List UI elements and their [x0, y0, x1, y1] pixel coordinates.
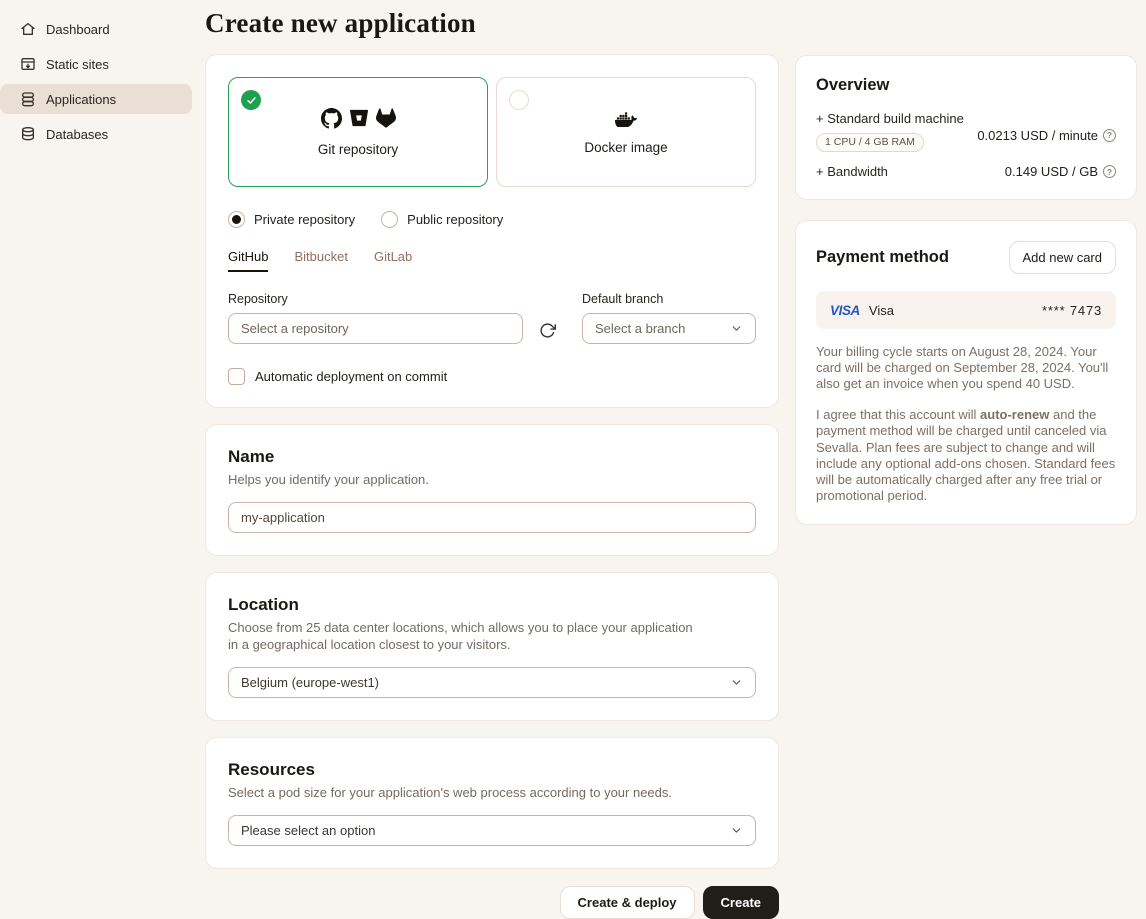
chevron-down-icon [730, 676, 743, 689]
tab-gitlab[interactable]: GitLab [374, 249, 412, 272]
branch-select-value: Select a branch [595, 321, 685, 336]
refresh-icon [539, 322, 556, 339]
auto-deploy-label: Automatic deployment on commit [255, 369, 447, 384]
location-section-description: Choose from 25 data center locations, wh… [228, 620, 698, 653]
sidebar-item-dashboard[interactable]: Dashboard [0, 14, 192, 44]
main-content: Create new application Git repository [205, 0, 779, 919]
bandwidth-label: + Bandwidth [816, 164, 888, 179]
resources-select[interactable]: Please select an option [228, 815, 756, 846]
private-repository-radio[interactable]: Private repository [228, 211, 355, 228]
repository-label: Repository [228, 292, 523, 306]
resources-section-title: Resources [228, 760, 756, 780]
create-button[interactable]: Create [703, 886, 779, 919]
branch-label: Default branch [582, 292, 756, 306]
public-repository-radio[interactable]: Public repository [381, 211, 503, 228]
overview-row-build-machine: + Standard build machine 1 CPU / 4 GB RA… [816, 111, 1116, 152]
summary-sidebar: Overview + Standard build machine 1 CPU … [795, 55, 1137, 525]
location-select-value: Belgium (europe-west1) [241, 675, 379, 690]
auto-renew-bold: auto-renew [980, 407, 1049, 422]
payment-method-card: Payment method Add new card VISA Visa **… [795, 220, 1137, 525]
browser-icon [20, 56, 36, 72]
name-section-title: Name [228, 447, 756, 467]
check-circle-icon [241, 90, 261, 110]
visibility-radios: Private repository Public repository [228, 211, 756, 228]
sidebar-item-label: Applications [46, 92, 116, 107]
help-icon[interactable] [1103, 129, 1116, 142]
gitlab-icon [376, 108, 396, 128]
overview-card: Overview + Standard build machine 1 CPU … [795, 55, 1137, 200]
git-repository-option[interactable]: Git repository [228, 77, 488, 187]
chevron-down-icon [730, 322, 743, 335]
name-card: Name Helps you identify your application… [205, 424, 779, 556]
applications-icon [20, 91, 36, 107]
branch-select[interactable]: Select a branch [582, 313, 756, 344]
git-option-label: Git repository [318, 142, 398, 157]
docker-icon [615, 109, 637, 127]
saved-card-row[interactable]: VISA Visa **** 7473 [816, 291, 1116, 329]
sidebar-item-label: Databases [46, 127, 108, 142]
payment-method-title: Payment method [816, 248, 949, 267]
sidebar-item-applications[interactable]: Applications [0, 84, 192, 114]
sidebar-item-databases[interactable]: Databases [0, 119, 192, 149]
page-title: Create new application [205, 8, 779, 39]
card-number-masked: **** 7473 [1042, 303, 1102, 318]
source-card: Git repository Docker image Private repo… [205, 54, 779, 408]
sidebar-item-label: Dashboard [46, 22, 110, 37]
resources-section-description: Select a pod size for your application's… [228, 785, 698, 801]
docker-image-option[interactable]: Docker image [496, 77, 756, 187]
card-brand: Visa [869, 303, 894, 318]
checkbox-unchecked-icon[interactable] [228, 368, 245, 385]
tab-bitbucket[interactable]: Bitbucket [294, 249, 347, 272]
branch-field-group: Default branch Select a branch [582, 292, 756, 346]
resources-select-value: Please select an option [241, 823, 375, 838]
docker-option-label: Docker image [584, 140, 667, 155]
radio-selected-icon [228, 211, 245, 228]
billing-cycle-text: Your billing cycle starts on August 28, … [816, 344, 1116, 392]
overview-row-bandwidth: + Bandwidth 0.149 USD / GB [816, 164, 1116, 179]
location-card: Location Choose from 25 data center loca… [205, 572, 779, 721]
private-repository-label: Private repository [254, 212, 355, 227]
sidebar: Dashboard Static sites Applications Data… [0, 14, 192, 154]
github-icon [321, 108, 342, 129]
help-icon[interactable] [1103, 165, 1116, 178]
visa-logo-icon: VISA [830, 303, 860, 318]
chevron-down-icon [730, 824, 743, 837]
create-application-page: Dashboard Static sites Applications Data… [0, 0, 1146, 887]
repository-field-group: Repository [228, 292, 523, 346]
bandwidth-price: 0.149 USD / GB [1005, 164, 1098, 179]
repository-fields: Repository Default branch Select a branc… [228, 292, 756, 346]
agreement-text: I agree that this account will auto-rene… [816, 407, 1116, 504]
tab-github[interactable]: GitHub [228, 249, 268, 272]
overview-title: Overview [816, 76, 1116, 95]
application-name-input[interactable] [228, 502, 756, 533]
provider-tabs: GitHub Bitbucket GitLab [228, 249, 756, 272]
sidebar-item-static-sites[interactable]: Static sites [0, 49, 192, 79]
bitbucket-icon [350, 109, 368, 127]
resources-card: Resources Select a pod size for your app… [205, 737, 779, 869]
create-and-deploy-button[interactable]: Create & deploy [560, 886, 695, 919]
add-new-card-button[interactable]: Add new card [1009, 241, 1117, 274]
build-machine-label: + Standard build machine [816, 111, 964, 126]
public-repository-label: Public repository [407, 212, 503, 227]
location-section-title: Location [228, 595, 756, 615]
repository-input[interactable] [228, 313, 523, 344]
build-machine-price: 0.0213 USD / minute [977, 128, 1098, 143]
source-options: Git repository Docker image [228, 77, 756, 187]
name-section-description: Helps you identify your application. [228, 472, 698, 488]
location-select[interactable]: Belgium (europe-west1) [228, 667, 756, 698]
refresh-repositories-button[interactable] [531, 315, 563, 346]
home-icon [20, 21, 36, 37]
sidebar-item-label: Static sites [46, 57, 109, 72]
radio-unselected-icon [381, 211, 398, 228]
radio-unselected-icon [509, 90, 529, 110]
auto-deploy-checkbox-row[interactable]: Automatic deployment on commit [228, 368, 756, 385]
form-actions: Create & deploy Create [205, 886, 779, 919]
database-icon [20, 126, 36, 142]
build-machine-badge: 1 CPU / 4 GB RAM [816, 133, 924, 152]
